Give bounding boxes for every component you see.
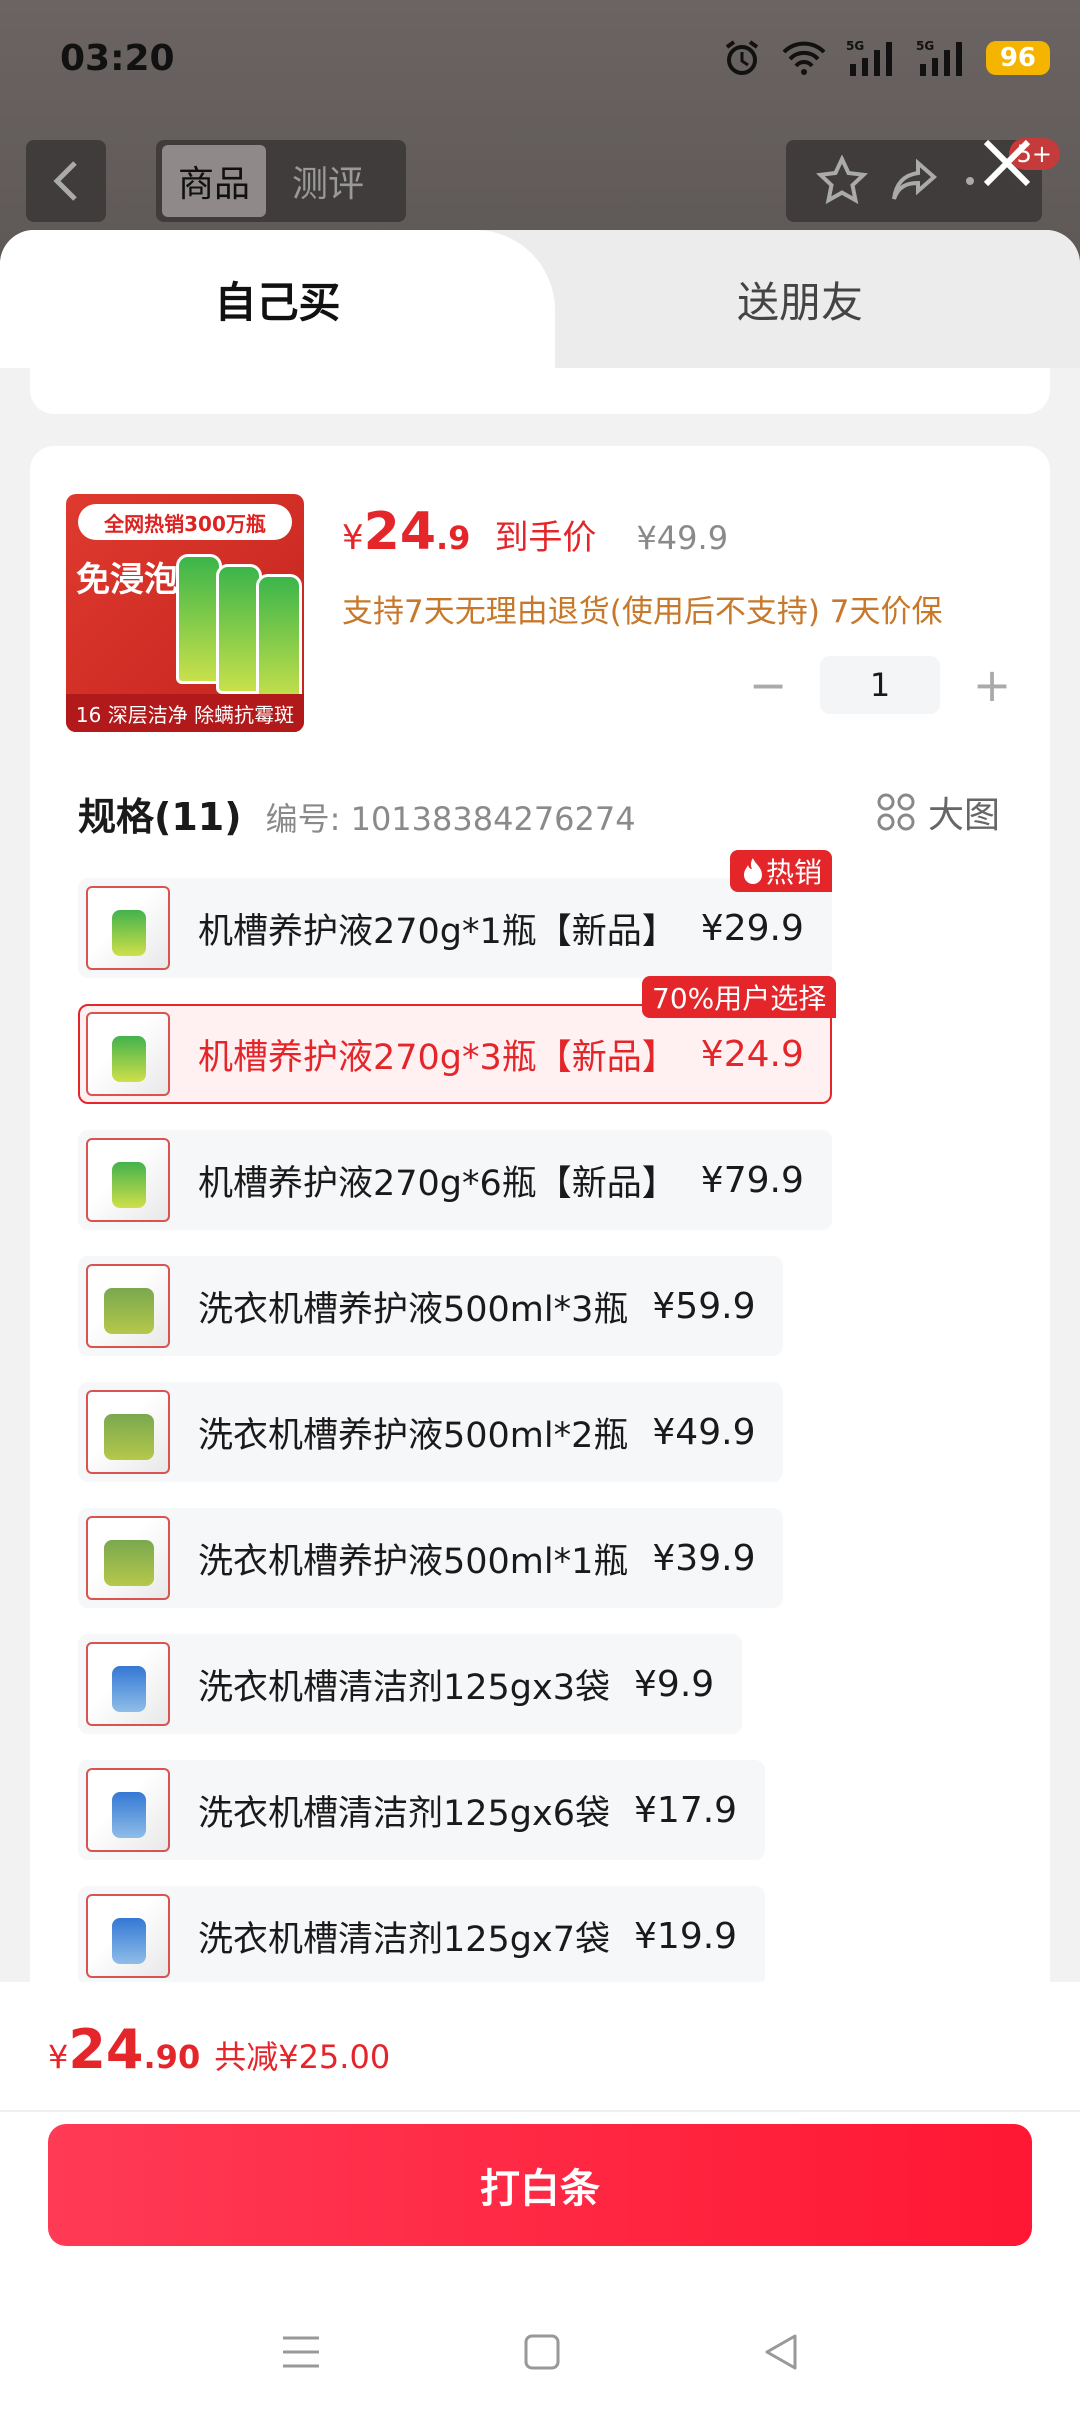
status-time: 03:20	[60, 38, 175, 79]
spec-header: 规格(11) 编号: 10138384276274	[78, 786, 636, 841]
total-symbol: ¥	[48, 2038, 69, 2076]
decrease-button[interactable]: −	[746, 658, 790, 712]
tab-buy-myself[interactable]: 自己买	[0, 230, 555, 368]
back-button[interactable]	[26, 140, 106, 222]
spec-option[interactable]: 洗衣机槽养护液500ml*2瓶 ¥49.9	[78, 1382, 784, 1482]
svg-text:5G: 5G	[916, 39, 934, 53]
tab-product[interactable]: 商品	[162, 145, 267, 217]
user-choice-tag: 70%用户选择	[642, 976, 837, 1018]
option-image	[86, 1264, 170, 1348]
big-picture-toggle[interactable]: 大图	[876, 786, 1000, 838]
home-icon[interactable]	[522, 2332, 562, 2372]
tab-review[interactable]: 测评	[276, 145, 380, 217]
bottle-image	[256, 574, 302, 704]
option-name: 机槽养护液270g*6瓶【新品】	[198, 1163, 677, 1204]
price-integer: 24	[363, 502, 437, 562]
background-page: 03:20 5G 5G 96 商品 测评 5+	[0, 0, 1080, 260]
back-icon[interactable]	[761, 2332, 801, 2372]
checkout-footer: ¥ 24 .90 共减¥25.00 打白条	[0, 1982, 1080, 2412]
share-icon[interactable]	[888, 155, 940, 207]
grid-icon	[877, 793, 915, 831]
chevron-left-icon	[53, 161, 77, 201]
price-symbol: ¥	[342, 518, 364, 558]
option-price: ¥9.9	[634, 1663, 715, 1705]
hot-sale-tag: 热销	[730, 850, 833, 892]
hot-sale-label: 热销	[766, 856, 823, 889]
option-image	[86, 1516, 170, 1600]
pay-button[interactable]: 打白条	[48, 2124, 1032, 2246]
service-text: 支持7天无理由退货(使用后不支持) 7天价保	[342, 594, 943, 630]
option-image	[86, 1390, 170, 1474]
quantity-value[interactable]: 1	[820, 656, 940, 714]
option-price: ¥79.9	[700, 1159, 804, 1201]
wifi-icon	[782, 41, 826, 75]
svg-text:5G: 5G	[846, 39, 864, 53]
option-price: ¥24.9	[700, 1033, 804, 1075]
status-bar: 03:20 5G 5G 96	[0, 0, 1080, 120]
price-row: ¥ 24 .9 到手价 ¥49.9	[342, 502, 728, 562]
option-image	[86, 1894, 170, 1978]
product-number: 编号: 10138384276274	[265, 800, 636, 838]
background-tabs: 商品 测评	[156, 140, 406, 222]
quantity-stepper: − 1 +	[746, 656, 1014, 714]
fire-icon	[744, 858, 762, 884]
spec-option[interactable]: 洗衣机槽清洁剂125gx3袋 ¥9.9	[78, 1634, 743, 1734]
alarm-icon	[725, 40, 758, 75]
option-image	[86, 1012, 170, 1096]
spec-option[interactable]: 洗衣机槽清洁剂125gx6袋 ¥17.9	[78, 1760, 766, 1860]
option-price: ¥59.9	[652, 1285, 756, 1327]
option-name: 洗衣机槽清洁剂125gx6袋	[198, 1793, 611, 1834]
menu-icon[interactable]	[279, 2332, 323, 2372]
spec-option[interactable]: 洗衣机槽养护液500ml*3瓶 ¥59.9	[78, 1256, 784, 1356]
increase-button[interactable]: +	[970, 658, 1014, 712]
option-image	[86, 1138, 170, 1222]
option-image	[86, 886, 170, 970]
option-name: 洗衣机槽清洁剂125gx7袋	[198, 1919, 611, 1960]
spec-option[interactable]: 洗衣机槽养护液500ml*1瓶 ¥39.9	[78, 1508, 784, 1608]
star-icon[interactable]	[816, 155, 868, 207]
thumb-title: 免浸泡	[76, 560, 178, 600]
option-name: 洗衣机槽清洁剂125gx3袋	[198, 1667, 611, 1708]
spec-option-selected[interactable]: 机槽养护液270g*3瓶【新品】 ¥24.9	[78, 1004, 832, 1104]
battery-level: 96	[985, 41, 1050, 75]
option-image	[86, 1642, 170, 1726]
purchase-tabs: 送朋友 自己买	[0, 230, 1080, 368]
total-decimal: .90	[143, 2038, 201, 2076]
product-image[interactable]: 全网热销300万瓶 免浸泡 16 深层洁净 除螨抗霉斑	[66, 494, 304, 732]
top-strip	[30, 368, 1050, 414]
signal-5g-icon-2: 5G	[916, 39, 962, 76]
option-image	[86, 1768, 170, 1852]
divider	[0, 2110, 1080, 2112]
total-integer: 24	[68, 2018, 144, 2081]
product-card: 全网热销300万瓶 免浸泡 16 深层洁净 除螨抗霉斑 ¥ 24 .9 到手价 …	[30, 446, 1050, 2212]
price-label: 到手价	[494, 518, 597, 558]
thumb-banner: 全网热销300万瓶	[78, 504, 292, 540]
spec-option[interactable]: 机槽养护液270g*1瓶【新品】 ¥29.9	[78, 878, 832, 978]
big-picture-label: 大图	[927, 795, 1000, 836]
option-price: ¥19.9	[634, 1915, 738, 1957]
total-summary: ¥ 24 .90 共减¥25.00	[48, 2018, 390, 2081]
tab-gift-friend[interactable]: 送朋友	[520, 230, 1080, 368]
system-nav-bar	[0, 2292, 1080, 2412]
option-price: ¥17.9	[634, 1789, 738, 1831]
option-name: 洗衣机槽养护液500ml*2瓶	[198, 1415, 629, 1456]
option-price: ¥29.9	[700, 907, 804, 949]
option-name: 洗衣机槽养护液500ml*3瓶	[198, 1289, 629, 1330]
option-price: ¥49.9	[652, 1411, 756, 1453]
thumb-footer: 16 深层洁净 除螨抗霉斑	[66, 694, 304, 732]
option-price: ¥39.9	[652, 1537, 756, 1579]
original-price: ¥49.9	[636, 519, 729, 557]
status-icons: 5G 5G 96	[722, 38, 1050, 78]
spec-title: 规格(11)	[78, 795, 242, 839]
option-name: 机槽养护液270g*3瓶【新品】	[198, 1037, 677, 1078]
option-name: 洗衣机槽养护液500ml*1瓶	[198, 1541, 629, 1582]
spec-option[interactable]: 机槽养护液270g*6瓶【新品】 ¥79.9	[78, 1130, 832, 1230]
signal-5g-icon: 5G	[846, 39, 892, 76]
price-decimal: .9	[436, 519, 471, 557]
discount-text: 共减¥25.00	[214, 2038, 391, 2076]
option-name: 机槽养护液270g*1瓶【新品】	[198, 911, 677, 952]
close-icon[interactable]	[972, 128, 1042, 198]
spec-option[interactable]: 洗衣机槽清洁剂125gx7袋 ¥19.9	[78, 1886, 766, 1986]
